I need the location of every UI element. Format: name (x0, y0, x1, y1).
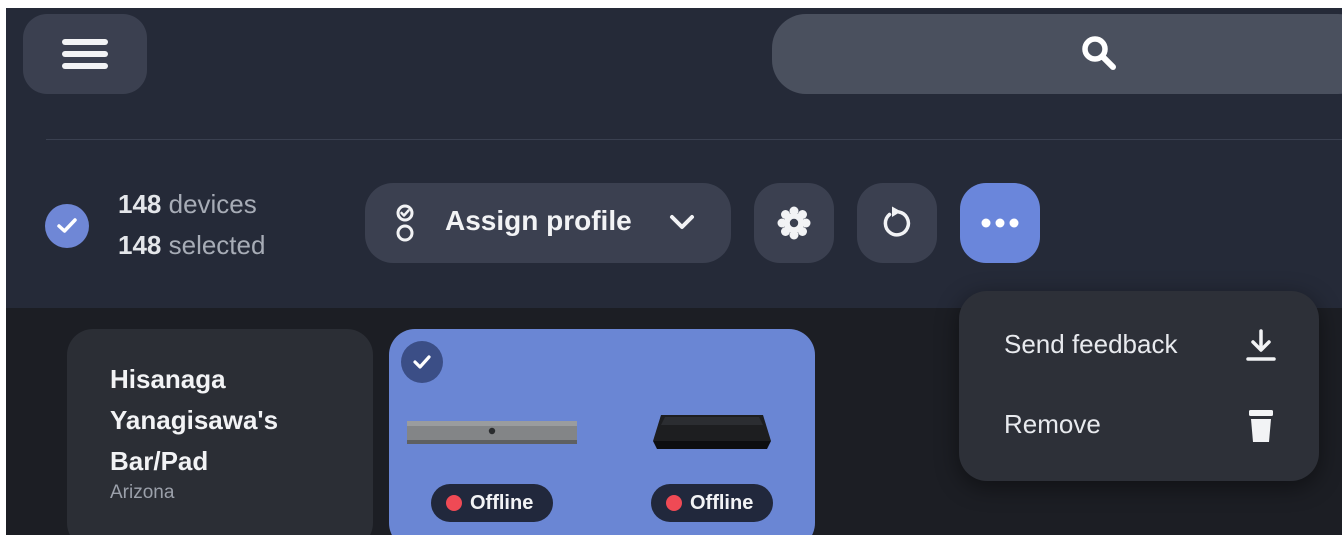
gear-icon (777, 206, 811, 240)
video-bar-device-image (407, 421, 577, 444)
download-icon (1246, 329, 1276, 361)
status-text: Offline (470, 491, 534, 514)
menu-item-label: Remove (1004, 409, 1101, 439)
settings-button[interactable] (754, 183, 834, 263)
device-selected-checkbox[interactable] (401, 341, 443, 383)
touch-pad-device-image (653, 415, 771, 449)
selected-count: 148 (118, 230, 162, 260)
selected-count-label: selected (161, 230, 266, 260)
device-count-line: 148 devices (118, 184, 265, 225)
assign-profile-button[interactable]: Assign profile (365, 183, 731, 263)
menu-item-label: Send feedback (1004, 329, 1178, 359)
device-name: Hisanaga Yanagisawa's Bar/Pad (110, 364, 279, 476)
search-bar[interactable] (772, 14, 1342, 94)
restart-button[interactable] (857, 183, 937, 263)
profile-toggle-icon (396, 204, 414, 242)
selected-device-card[interactable]: Offline Offline (389, 329, 815, 535)
device-count: 148 (118, 189, 162, 219)
header: 148 devices 148 selected Assign profile (6, 8, 1342, 308)
trash-icon (1249, 410, 1273, 442)
device-location: Arizona (110, 482, 175, 503)
status-text: Offline (690, 491, 754, 514)
menu-item-send-feedback[interactable]: Send feedback (959, 307, 1319, 385)
selected-count-line: 148 selected (118, 225, 265, 266)
restart-icon (883, 206, 911, 237)
chevron-down-icon (670, 215, 694, 229)
app-window: 148 devices 148 selected Assign profile (6, 8, 1342, 535)
menu-item-remove[interactable]: Remove (959, 387, 1319, 465)
search-icon (1082, 36, 1116, 70)
device-count-label: devices (161, 189, 257, 219)
more-options-menu: Send feedback Remove (959, 291, 1319, 481)
status-badge: Offline (431, 484, 553, 522)
hamburger-icon (62, 39, 108, 69)
offline-dot-icon (666, 495, 682, 511)
more-options-button[interactable] (960, 183, 1040, 263)
check-icon (57, 218, 77, 233)
select-all-checkbox[interactable] (45, 204, 89, 248)
assign-profile-label: Assign profile (445, 205, 632, 236)
device-card[interactable]: Hisanaga Yanagisawa's Bar/Pad Arizona (67, 329, 373, 535)
menu-button[interactable] (23, 14, 147, 94)
offline-dot-icon (446, 495, 462, 511)
header-divider (46, 139, 1342, 140)
selection-summary: 148 devices 148 selected (118, 184, 265, 266)
more-icon (981, 218, 1019, 228)
check-icon (413, 355, 431, 369)
status-badge: Offline (651, 484, 773, 522)
